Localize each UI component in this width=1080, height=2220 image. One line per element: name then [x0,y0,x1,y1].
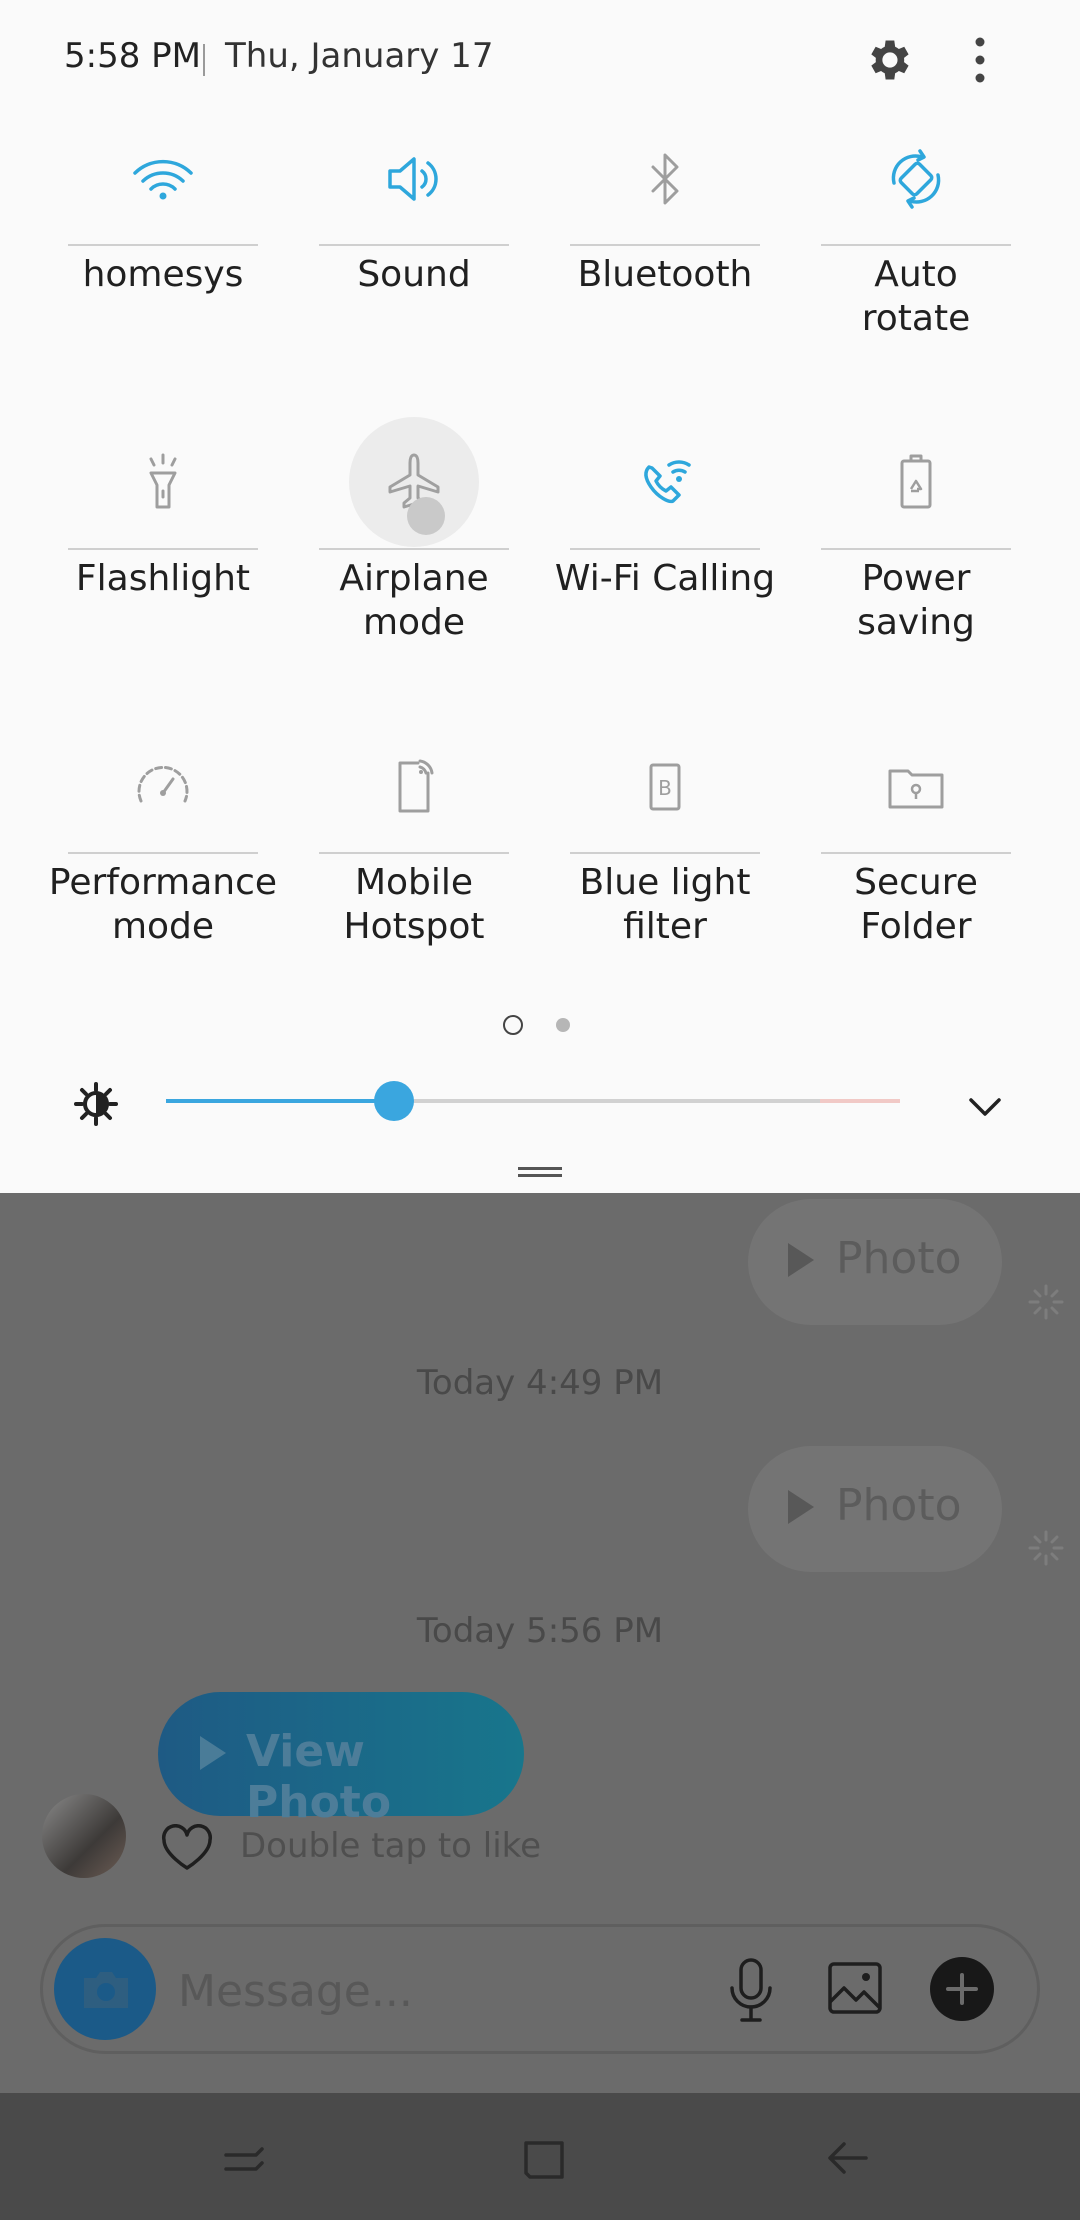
home-icon[interactable] [518,2133,570,2183]
tile-label: homesys [82,254,244,295]
tile-divider [821,852,1011,854]
secure-folder-icon [880,751,952,823]
page-dot[interactable] [556,1018,570,1032]
status-date[interactable]: Thu, January 17 [225,36,493,76]
tile-power-saving[interactable]: Power saving [821,417,1011,677]
tile-wifi-calling[interactable]: Wi-Fi Calling [555,417,775,677]
brightness-fill [166,1099,394,1103]
quick-settings-panel: 5:58 PM Thu, January 17 homesys Sound Bl… [0,0,1080,1193]
status-time: 5:58 PM [64,36,201,76]
status-separator [203,44,205,76]
play-icon [200,1736,226,1770]
status-bar: 5:58 PM Thu, January 17 [0,0,1080,120]
panel-drag-handle[interactable] [518,1167,562,1177]
camera-icon [84,1972,128,2008]
tile-divider [319,852,509,854]
tile-divider [68,244,258,246]
tile-performance-mode[interactable]: Performance mode [49,721,277,981]
tile-label: Blue light filter [579,862,751,947]
tile-label: Bluetooth [577,254,753,295]
speedometer-icon [127,751,199,823]
tile-flashlight[interactable]: Flashlight [68,417,258,677]
flashlight-icon [127,447,199,519]
message-input[interactable] [176,1960,700,2022]
tile-blue-light-filter[interactable]: B Blue light filter [570,721,760,981]
more-vertical-icon[interactable] [960,34,1000,86]
avatar[interactable] [42,1794,126,1878]
tile-label: Flashlight [75,558,251,599]
message-bubble-outgoing[interactable]: Photo [748,1446,1002,1572]
tile-bluetooth[interactable]: Bluetooth [570,113,760,373]
sending-spinner-icon [1026,1282,1066,1322]
tile-label: Sound [357,254,471,295]
tile-divider [570,852,760,854]
wifi-icon [127,143,199,215]
recents-icon[interactable] [218,2133,270,2183]
play-icon [788,1490,814,1524]
view-photo-label: View Photo [246,1726,392,1828]
tile-wifi[interactable]: homesys [68,113,258,373]
tile-divider [821,548,1011,550]
tile-airplane-mode[interactable]: Airplane mode [319,417,509,677]
tile-sound[interactable]: Sound [319,113,509,373]
message-bubble-outgoing[interactable]: Photo [748,1199,1002,1325]
tile-mobile-hotspot[interactable]: Mobile Hotspot [319,721,509,981]
battery-saver-icon [880,447,952,519]
page-dot-current[interactable] [503,1015,523,1035]
brightness-slider[interactable] [166,1081,900,1121]
tile-divider [68,852,258,854]
brightness-icon[interactable] [72,1080,120,1128]
tile-label: Airplane mode [339,558,489,643]
chevron-down-icon[interactable] [965,1086,1005,1126]
heart-icon[interactable] [160,1824,214,1872]
navigation-bar [0,2093,1080,2220]
tile-auto-rotate[interactable]: Auto rotate [821,113,1011,373]
brightness-high-zone [820,1099,900,1103]
back-icon[interactable] [822,2133,874,2183]
page-indicator [500,1012,600,1036]
timestamp: Today 5:56 PM [416,1611,664,1651]
tile-divider [319,244,509,246]
tile-label: Mobile Hotspot [343,862,485,947]
tile-divider [570,548,760,550]
bluetooth-icon [629,143,701,215]
tile-label: Secure Folder [854,862,978,947]
brightness-thumb[interactable] [373,1081,414,1121]
microphone-icon[interactable] [726,1956,776,2024]
wifi-calling-icon [629,447,701,519]
play-icon [788,1243,814,1277]
auto-rotate-icon [880,143,952,215]
speaker-icon [378,143,450,215]
tile-divider [68,548,258,550]
tile-label: Power saving [857,558,975,643]
gear-icon[interactable] [862,34,914,86]
hotspot-icon [378,751,450,823]
svg-text:B: B [658,776,672,800]
blue-light-icon: B [629,751,701,823]
timestamp: Today 4:49 PM [416,1363,664,1403]
tile-secure-folder[interactable]: Secure Folder [821,721,1011,981]
message-text: Photo [836,1233,962,1284]
tile-divider [821,244,1011,246]
camera-button[interactable] [54,1938,156,2040]
sending-spinner-icon [1026,1528,1066,1568]
like-hint: Double tap to like [240,1826,542,1866]
tile-label: Auto rotate [861,254,971,339]
plus-icon [946,1973,978,2005]
message-text: Photo [836,1480,962,1531]
add-button[interactable] [930,1957,994,2021]
tile-label: Performance mode [48,862,278,947]
tile-label: Wi-Fi Calling [554,558,776,599]
tile-divider [319,548,509,550]
tile-divider [570,244,760,246]
touch-indicator [407,497,445,535]
gallery-icon[interactable] [826,1960,884,2016]
view-photo-button[interactable]: View Photo [158,1692,524,1828]
